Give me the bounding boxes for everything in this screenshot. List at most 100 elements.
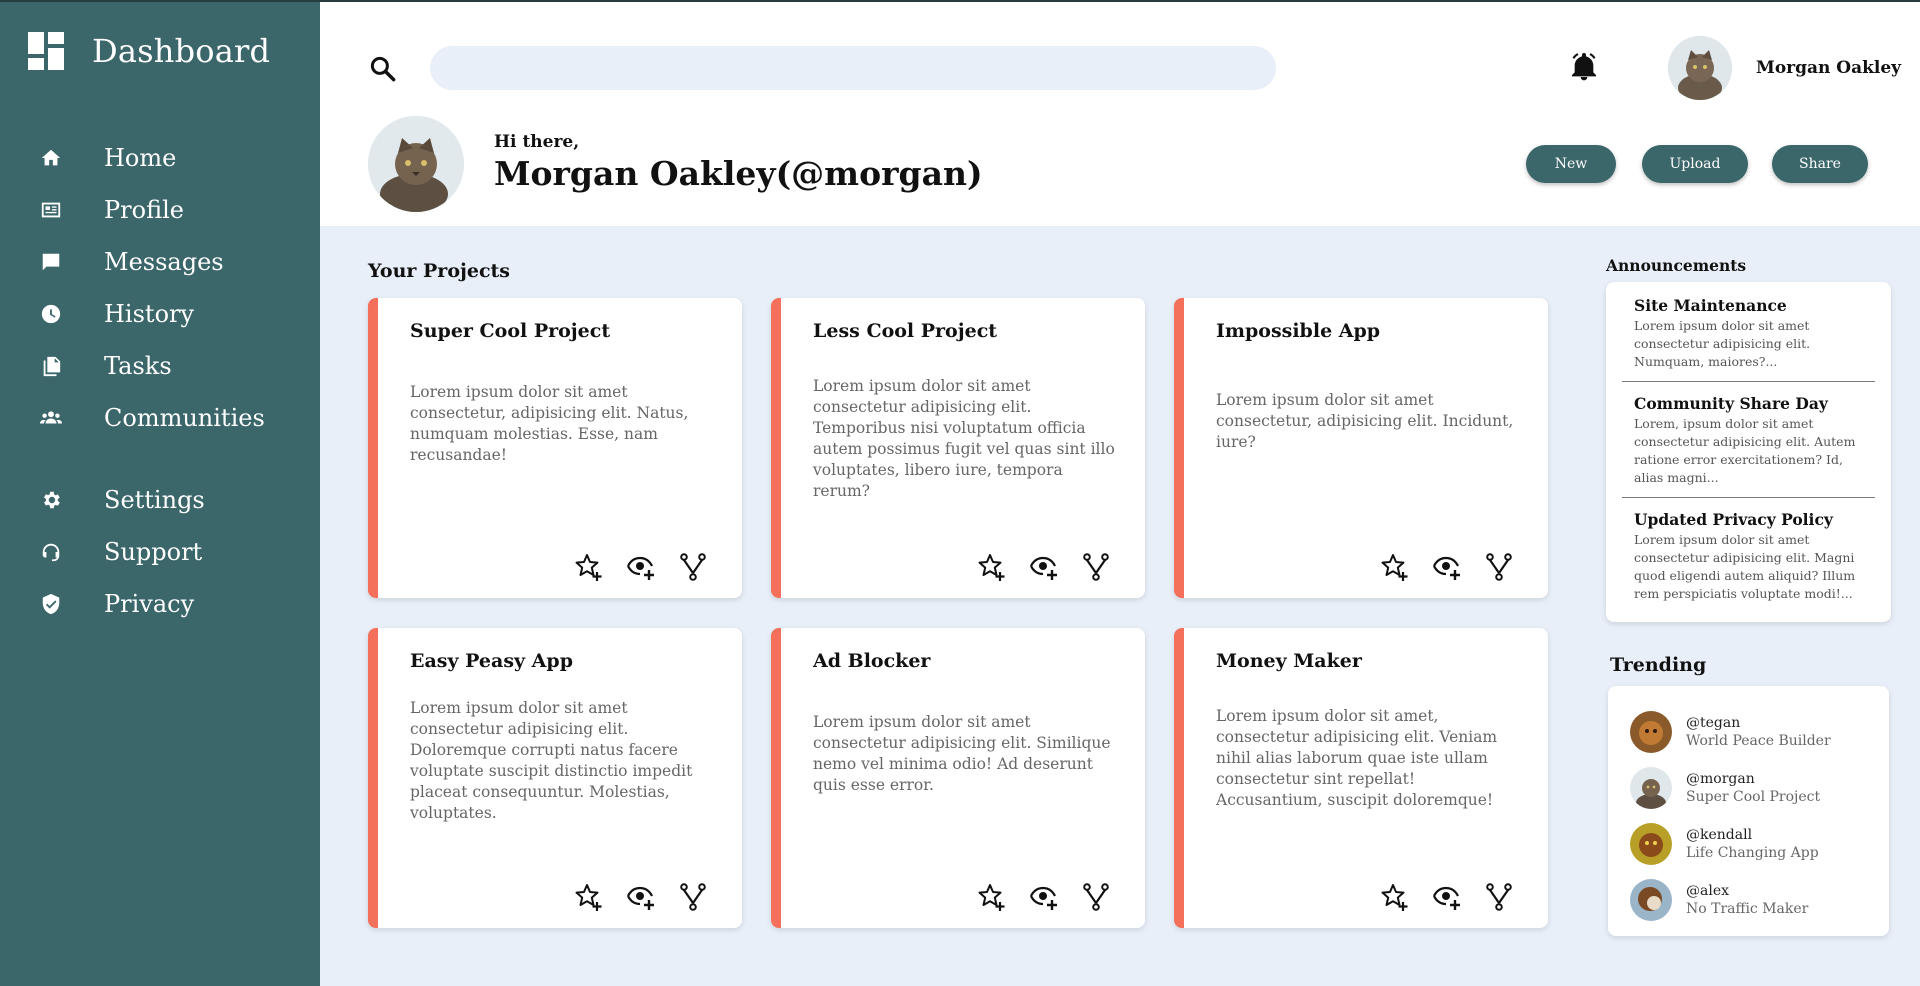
trending-item[interactable]: @tegan World Peace Builder — [1630, 704, 1867, 760]
support-icon — [40, 541, 62, 563]
sidebar-item-label: Profile — [104, 196, 184, 224]
sidebar-item-label: Support — [104, 538, 203, 566]
bell-icon[interactable] — [1568, 50, 1600, 84]
sidebar-item-label: Messages — [104, 248, 224, 276]
trending-item[interactable]: @morgan Super Cool Project — [1630, 760, 1867, 816]
trending-handle: @tegan — [1686, 715, 1741, 731]
project-card[interactable]: Ad Blocker Lorem ipsum dolor sit amet co… — [771, 628, 1145, 928]
sidebar-item-label: Tasks — [104, 352, 172, 380]
id-card-icon — [40, 199, 62, 221]
star-add-icon[interactable] — [977, 552, 1007, 582]
sidebar-item-label: Communities — [104, 404, 265, 432]
sidebar-item-privacy[interactable]: Privacy — [0, 578, 320, 630]
star-add-icon[interactable] — [1380, 882, 1410, 912]
sidebar-nav: Home Profile Messages History Tasks Comm… — [0, 132, 320, 630]
card-actions — [1380, 552, 1514, 582]
shield-icon — [40, 593, 62, 615]
fork-icon[interactable] — [678, 552, 708, 582]
project-card[interactable]: Impossible App Lorem ipsum dolor sit ame… — [1174, 298, 1548, 598]
card-actions — [1380, 882, 1514, 912]
sidebar-item-support[interactable]: Support — [0, 526, 320, 578]
project-description: Lorem ipsum dolor sit amet consectetur, … — [1216, 391, 1514, 451]
announcement-item[interactable]: Updated Privacy Policy Lorem ipsum dolor… — [1622, 497, 1875, 613]
trending-handle: @morgan — [1686, 771, 1755, 787]
sidebar-item-home[interactable]: Home — [0, 132, 320, 184]
trending-handle: @kendall — [1686, 827, 1753, 843]
watch-add-icon[interactable] — [1029, 882, 1059, 912]
fork-icon[interactable] — [1081, 882, 1111, 912]
share-button[interactable]: Share — [1772, 145, 1868, 183]
announcement-title: Site Maintenance — [1634, 296, 1787, 315]
projects-title: Your Projects — [368, 260, 510, 282]
avatar — [1630, 711, 1672, 753]
card-actions — [977, 882, 1111, 912]
star-add-icon[interactable] — [977, 882, 1007, 912]
upload-button[interactable]: Upload — [1642, 145, 1748, 183]
brand[interactable]: Dashboard — [28, 32, 270, 70]
clock-icon — [40, 303, 62, 325]
fork-icon[interactable] — [1484, 552, 1514, 582]
search-input[interactable] — [430, 46, 1276, 90]
star-add-icon[interactable] — [1380, 552, 1410, 582]
project-card[interactable]: Easy Peasy App Lorem ipsum dolor sit ame… — [368, 628, 742, 928]
avatar — [1630, 823, 1672, 865]
sidebar-item-communities[interactable]: Communities — [0, 392, 320, 444]
new-button[interactable]: New — [1526, 145, 1616, 183]
announcements-title: Announcements — [1606, 256, 1747, 275]
trending-project: No Traffic Maker — [1686, 901, 1809, 917]
gear-icon — [40, 489, 62, 511]
card-actions — [977, 552, 1111, 582]
announcement-item[interactable]: Community Share Day Lorem, ipsum dolor s… — [1622, 381, 1875, 497]
project-card[interactable]: Super Cool Project Lorem ipsum dolor sit… — [368, 298, 742, 598]
watch-add-icon[interactable] — [626, 882, 656, 912]
brand-title: Dashboard — [92, 32, 271, 70]
project-card[interactable]: Money Maker Lorem ipsum dolor sit amet, … — [1174, 628, 1548, 928]
fork-icon[interactable] — [678, 882, 708, 912]
sidebar-item-profile[interactable]: Profile — [0, 184, 320, 236]
announcement-text: Lorem ipsum dolor sit amet consectetur a… — [1634, 532, 1856, 601]
avatar — [1630, 767, 1672, 809]
header: Morgan Oakley Hi there, Morgan Oakley(@m… — [320, 0, 1920, 226]
sidebar-item-settings[interactable]: Settings — [0, 474, 320, 526]
star-add-icon[interactable] — [574, 552, 604, 582]
avatar — [1630, 879, 1672, 921]
trending-project: Life Changing App — [1686, 845, 1819, 861]
trending-item[interactable]: @alex No Traffic Maker — [1630, 872, 1867, 928]
sidebar-item-messages[interactable]: Messages — [0, 236, 320, 288]
fork-icon[interactable] — [1081, 552, 1111, 582]
avatar[interactable] — [1668, 36, 1732, 100]
announcements-panel: Site Maintenance Lorem ipsum dolor sit a… — [1606, 282, 1891, 622]
fork-icon[interactable] — [1484, 882, 1514, 912]
sidebar-item-history[interactable]: History — [0, 288, 320, 340]
watch-add-icon[interactable] — [1029, 552, 1059, 582]
star-add-icon[interactable] — [574, 882, 604, 912]
documents-icon — [40, 355, 62, 377]
user-name[interactable]: Morgan Oakley — [1756, 58, 1901, 78]
project-description: Lorem ipsum dolor sit amet consectetur a… — [410, 699, 693, 822]
sidebar-item-label: History — [104, 300, 195, 328]
watch-add-icon[interactable] — [1432, 552, 1462, 582]
trending-item[interactable]: @kendall Life Changing App — [1630, 816, 1867, 872]
people-icon — [40, 407, 62, 429]
trending-panel: @tegan World Peace Builder @morgan Super… — [1608, 686, 1889, 936]
announcement-text: Lorem, ipsum dolor sit amet consectetur … — [1634, 416, 1856, 485]
page-title: Morgan Oakley(@morgan) — [494, 154, 983, 193]
project-card[interactable]: Less Cool Project Lorem ipsum dolor sit … — [771, 298, 1145, 598]
greeting: Hi there, — [494, 132, 580, 152]
project-description: Lorem ipsum dolor sit amet consectetur a… — [813, 713, 1111, 794]
watch-add-icon[interactable] — [626, 552, 656, 582]
watch-add-icon[interactable] — [1432, 882, 1462, 912]
search-icon[interactable] — [368, 54, 398, 84]
announcement-title: Community Share Day — [1634, 394, 1828, 413]
project-description: Lorem ipsum dolor sit amet consectetur, … — [410, 383, 689, 464]
project-title: Ad Blocker — [813, 650, 931, 672]
chat-icon — [40, 251, 62, 273]
trending-project: World Peace Builder — [1686, 733, 1831, 749]
project-title: Easy Peasy App — [410, 650, 573, 672]
project-title: Less Cool Project — [813, 320, 998, 342]
project-description: Lorem ipsum dolor sit amet consectetur a… — [813, 377, 1115, 500]
sidebar-item-tasks[interactable]: Tasks — [0, 340, 320, 392]
announcement-item[interactable]: Site Maintenance Lorem ipsum dolor sit a… — [1622, 296, 1875, 381]
trending-title: Trending — [1610, 654, 1707, 676]
trending-project: Super Cool Project — [1686, 789, 1821, 805]
